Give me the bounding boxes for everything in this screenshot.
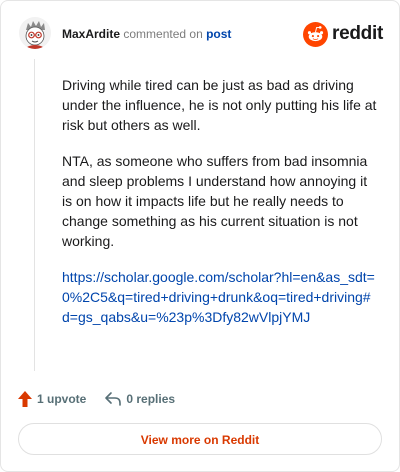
- comment-paragraph: Driving while tired can be just as bad a…: [62, 77, 377, 133]
- comment-body: Driving while tired can be just as bad a…: [62, 75, 378, 343]
- upvote-button[interactable]: 1 upvote: [17, 390, 86, 408]
- replies-button[interactable]: 0 replies: [104, 391, 175, 407]
- reply-arrow-icon: [105, 392, 122, 406]
- embedded-comment-card: MaxArdite commented on post reddit Drivi…: [0, 0, 400, 472]
- comment-actions: 1 upvote 0 replies: [17, 388, 175, 410]
- reddit-wordmark: reddit: [332, 23, 383, 44]
- reddit-brand[interactable]: reddit: [303, 21, 383, 47]
- commented-on-text: commented on: [123, 27, 203, 41]
- view-more-button[interactable]: View more on Reddit: [18, 423, 382, 455]
- post-link[interactable]: post: [206, 27, 231, 41]
- avatar-character-icon: [19, 17, 51, 49]
- avatar[interactable]: [19, 17, 51, 49]
- username-link[interactable]: MaxArdite: [62, 27, 120, 41]
- replies-count: 0 replies: [126, 392, 176, 406]
- comment-paragraph: NTA, as someone who suffers from bad ins…: [62, 153, 368, 249]
- thread-line: [34, 59, 35, 371]
- comment-byline: MaxArdite commented on post: [62, 26, 231, 42]
- upvote-arrow-icon: [18, 391, 32, 407]
- reddit-snoo-icon: [303, 21, 329, 47]
- upvote-count: 1 upvote: [37, 392, 87, 406]
- comment-link[interactable]: https://scholar.google.com/scholar?hl=en…: [62, 269, 375, 325]
- comment-header: MaxArdite commented on post reddit: [17, 17, 383, 51]
